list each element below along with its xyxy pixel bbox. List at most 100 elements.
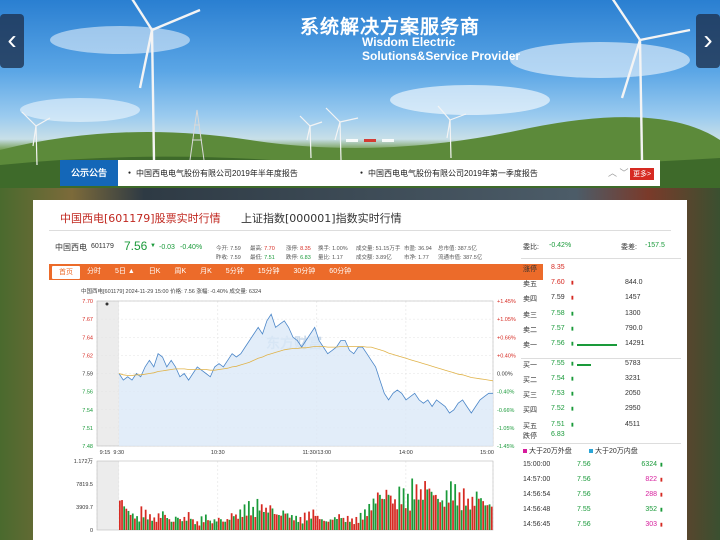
volume-bar (286, 513, 289, 530)
order-price: 7.54 (551, 374, 565, 382)
chart-tab[interactable]: 月K (193, 264, 219, 280)
volume-bar (123, 506, 126, 530)
volume-tick-label: 3909.7 (76, 505, 93, 511)
chevron-right-icon: › (703, 24, 713, 55)
slide-dot-active[interactable] (364, 139, 376, 142)
order-price: 7.60 (551, 279, 565, 286)
open-marker (105, 302, 109, 306)
stat-item: 总市值: 387.5亿 (438, 244, 477, 252)
volume-bar (364, 509, 366, 530)
order-volume: 5783 (625, 359, 641, 367)
chart-tab[interactable]: 日K (142, 264, 168, 280)
volume-bar (445, 490, 448, 530)
chart-tab[interactable]: 15分钟 (251, 264, 287, 280)
notice-item[interactable]: 中国西电电气股份有限公司2019年第一季度报告 (360, 168, 538, 179)
tab-stock-quote[interactable]: 中国西电[601179]股票实时行情 (60, 210, 221, 226)
chart-tab[interactable]: 分时 (80, 264, 108, 280)
volume-bar (129, 514, 132, 530)
volume-bar (348, 521, 351, 530)
chart-tab[interactable]: 60分钟 (322, 264, 358, 280)
volume-bar (314, 515, 317, 530)
volume-bar (383, 499, 386, 530)
notice-bar: 公示公告 中国西电电气股份有限公司2019年半年度报告 中国西电电气股份有限公司… (60, 160, 660, 186)
trade-time: 15:00:00 (523, 461, 551, 468)
chart-tab[interactable]: 5分钟 (219, 264, 251, 280)
stat-item: 跌停: 6.83 (286, 253, 311, 261)
volume-bar (157, 513, 160, 530)
volume-bar (187, 512, 190, 530)
volume-bar (134, 518, 136, 530)
stat-value: 1.00% (332, 246, 348, 252)
volume-bar (368, 503, 371, 530)
volume-bar (379, 494, 381, 530)
tab-index-quote[interactable]: 上证指数[000001]指数实时行情 (241, 210, 402, 226)
volume-bar (174, 516, 177, 530)
volume-bar (387, 494, 390, 530)
intraday-chart[interactable]: 7.70 +1.45% 7.67 +1.05% 7.64 +0.66% 7.62 +0.40%… (49, 294, 521, 540)
volume-bar (385, 489, 388, 530)
y-tick-label: 7.51 (82, 426, 93, 432)
volume-bar (151, 520, 153, 530)
legend-inner-disc: 大于20万内盘 (589, 446, 638, 456)
slide-dot[interactable] (382, 139, 394, 142)
notice-more-link[interactable]: 更多> (630, 168, 655, 180)
stat-label: 换手: (318, 246, 333, 252)
chart-tab[interactable]: 30分钟 (287, 264, 323, 280)
stat-value: 7.59 (230, 255, 241, 261)
order-price: 7.52 (551, 405, 565, 413)
blue-square-icon (589, 449, 593, 453)
chart-tab[interactable]: 周K (167, 264, 193, 280)
volume-bar (462, 488, 465, 530)
trade-direction-mark: ▮ (660, 462, 663, 468)
stat-label: 昨收: (216, 255, 231, 261)
volume-bar (450, 481, 452, 530)
chart-tab[interactable]: 首页 (52, 265, 80, 279)
stat-item: 市盈: 36.94 (404, 244, 432, 252)
chart-tab[interactable]: 5日 ▲ (108, 264, 142, 280)
stat-item: 流通市值: 387.5亿 (438, 253, 482, 261)
volume-bar (228, 519, 231, 530)
volume-bar (400, 504, 403, 530)
stat-item: 成交量: 51.15万手 (356, 244, 400, 252)
volume-bar (159, 517, 162, 530)
volume-bar (215, 521, 218, 530)
order-volume: 1300 (625, 309, 641, 317)
order-price: 7.57 (551, 324, 565, 332)
volume-bar (138, 521, 141, 530)
volume-bar (295, 515, 298, 530)
order-tick-mark: ▮ (571, 341, 574, 348)
volume-bar (278, 514, 280, 530)
volume-bar (290, 515, 293, 530)
volume-bar (456, 505, 459, 530)
price-change: -0.03 (159, 244, 175, 251)
order-volume: 790.0 (625, 324, 643, 332)
trade-direction-mark: ▮ (660, 477, 663, 483)
y-tick-label: 7.56 (82, 390, 93, 396)
stat-value: 1.17 (332, 255, 343, 261)
pre-open-zone (97, 301, 119, 446)
order-price: 7.58 (551, 309, 565, 317)
notice-item[interactable]: 中国西电电气股份有限公司2019年半年度报告 (128, 168, 350, 179)
x-tick-label: 9:30 (113, 450, 124, 456)
notice-scroll-arrows[interactable]: ︿ ﹀ (608, 166, 629, 179)
order-tick-mark: ▮ (571, 325, 574, 332)
stat-label: 成交额: (356, 255, 376, 261)
stat-item: 量比: 1.17 (318, 253, 343, 261)
volume-bar (374, 503, 377, 530)
prev-slide-button[interactable]: ‹ (0, 14, 24, 68)
next-slide-button[interactable]: › (696, 14, 720, 68)
volume-bar (222, 521, 224, 530)
trade-price: 7.55 (577, 506, 591, 513)
volume-bar (293, 520, 295, 530)
y2-tick-label: +0.40% (497, 353, 516, 359)
volume-bar (460, 510, 463, 530)
volume-bar (404, 508, 407, 530)
y2-tick-label: 0.00% (497, 372, 513, 378)
volume-bar (204, 514, 207, 530)
volume-bar (200, 516, 203, 530)
volume-bar (224, 521, 227, 530)
slide-dot[interactable] (346, 139, 358, 142)
y2-tick-label: -0.40% (497, 390, 515, 396)
stat-value: 387.5亿 (457, 246, 477, 252)
wei-cha-value: -157.5 (645, 242, 665, 249)
